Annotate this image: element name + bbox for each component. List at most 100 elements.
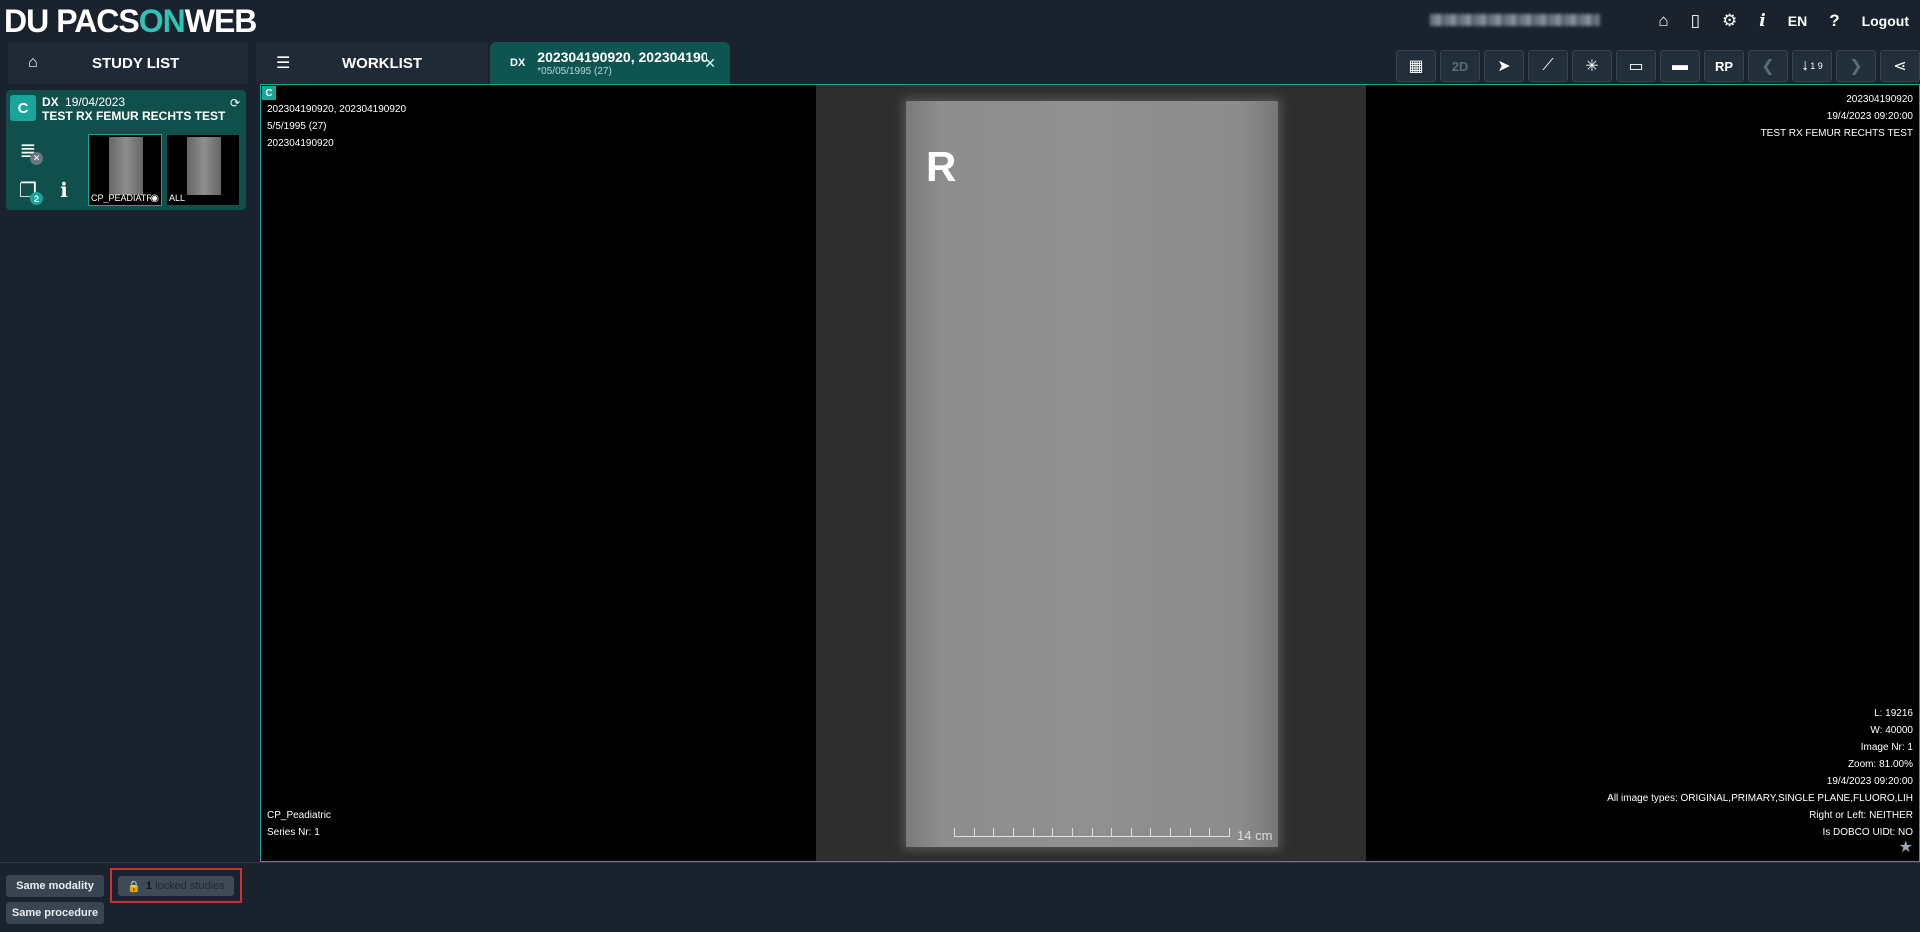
scale-tick <box>1229 828 1230 836</box>
sort-icon[interactable]: ↓ 1 9 <box>1792 50 1832 82</box>
scale-tick <box>1150 828 1151 836</box>
documents-button[interactable]: ❐ 2 <box>12 174 44 206</box>
overlay-text: Series Nr: 1 <box>267 827 320 838</box>
overlay-text: 202304190920 <box>1846 94 1913 105</box>
remove-icon: ✕ <box>30 152 43 165</box>
locked-studies-button[interactable]: 🔒 1 locked studies <box>118 876 234 896</box>
overlay-text: 202304190920, 202304190920 <box>267 104 407 115</box>
gear-icon[interactable]: ⚙ <box>1722 0 1737 42</box>
tab-modality: DX <box>510 57 526 69</box>
scale-tick <box>954 828 955 836</box>
overlay-text: Right or Left: NEITHER <box>1809 810 1913 821</box>
bottom-bar: Same modality Same procedure 🔒 1 locked … <box>0 862 1920 932</box>
tab-active-study[interactable]: DX 202304190920, 202304190920 *05/05/199… <box>490 42 730 84</box>
rp-button[interactable]: RP <box>1704 50 1744 82</box>
layout-icon[interactable]: ▬ <box>1660 50 1700 82</box>
eye-icon: ◉ <box>150 193 159 204</box>
overlay-text: All image types: ORIGINAL,PRIMARY,SINGLE… <box>1607 793 1913 804</box>
overlay-text: CP_Peadiatric <box>267 810 331 821</box>
overlay-text: 19/4/2023 09:20:00 <box>1826 111 1913 122</box>
scale-tick <box>1131 828 1132 836</box>
same-modality-button[interactable]: Same modality <box>6 875 104 897</box>
tab-study-list-label: STUDY LIST <box>92 54 180 72</box>
tab-worklist[interactable]: ☰ WORKLIST <box>256 42 488 84</box>
home-icon[interactable]: ⌂ <box>1658 0 1668 42</box>
top-bar: DU PACS ON WEB ⌂ ▯ ⚙ i EN ? Logout <box>0 0 1920 42</box>
study-sidebar: C DX 19/04/2023 TEST RX FEMUR RECHTS TES… <box>0 84 256 864</box>
viewer-toolbar: ▦ 2D ➤ ⟋ ✳ ▭ ▬ RP ❮ ↓ 1 9 ❯ ⋖ <box>1392 50 1920 84</box>
scale-tick <box>1033 828 1034 836</box>
measure-icon[interactable]: ⟋ <box>1528 50 1568 82</box>
logo-pacs: PACS <box>56 2 140 39</box>
mode-2d-button[interactable]: 2D <box>1440 50 1480 82</box>
rectangle-icon[interactable]: ▭ <box>1616 50 1656 82</box>
study-modality: DX <box>42 95 59 109</box>
study-header: DX 19/04/2023 <box>42 95 125 109</box>
study-date: 19/04/2023 <box>65 95 126 109</box>
image-viewport[interactable]: R 14 cm C 202304190920, 202304190920 5/5… <box>260 84 1920 862</box>
overlay-text: TEST RX FEMUR RECHTS TEST <box>1760 128 1913 139</box>
scale-tick <box>993 828 994 836</box>
app-logo[interactable]: DU PACS ON WEB <box>4 2 258 39</box>
series-thumbnail[interactable]: ALL <box>166 134 240 206</box>
scale-tick <box>1072 828 1073 836</box>
viewport-badge: C <box>262 86 276 100</box>
xray-image <box>906 101 1278 847</box>
chevron-left-icon[interactable]: ❮ <box>1748 50 1788 82</box>
close-icon[interactable]: ✕ <box>704 55 716 72</box>
user-name-blurred <box>1430 14 1600 26</box>
overlay-bottom-right: L: 19216 W: 40000 Image Nr: 1 Zoom: 81.0… <box>1607 705 1913 841</box>
tab-worklist-label: WORKLIST <box>342 54 422 72</box>
thumbnail-label: ALL <box>169 193 186 203</box>
overlay-text: Image Nr: 1 <box>1860 742 1913 753</box>
tab-active-subtitle: *05/05/1995 (27) <box>537 66 612 77</box>
overlay-text: 19/4/2023 09:20:00 <box>1826 776 1913 787</box>
scale-tick <box>1052 828 1053 836</box>
overlay-text: W: 40000 <box>1870 725 1913 736</box>
locked-studies-highlight: 🔒 1 locked studies <box>110 868 242 903</box>
study-card[interactable]: C DX 19/04/2023 TEST RX FEMUR RECHTS TES… <box>6 90 246 210</box>
layout-grid-icon[interactable]: ▦ <box>1396 50 1436 82</box>
top-icons: ⌂ ▯ ⚙ i EN ? Logout <box>1647 0 1920 42</box>
scale-tick <box>974 828 975 836</box>
study-badge: C <box>10 95 36 121</box>
overlay-text: 5/5/1995 (27) <box>267 121 327 132</box>
logo-web: WEB <box>184 2 258 39</box>
thumbnail-label: CP_PEADIATRIC <box>91 193 151 203</box>
help-button[interactable]: ? <box>1829 0 1839 42</box>
language-button[interactable]: EN <box>1788 0 1807 42</box>
logo-prefix: DU <box>4 2 49 39</box>
scale-label: 14 cm <box>1237 828 1273 843</box>
thumbnail-image <box>187 137 221 195</box>
lock-icon: 🔒 <box>127 880 141 893</box>
chevron-right-icon[interactable]: ❯ <box>1836 50 1876 82</box>
scale-tick <box>1170 828 1171 836</box>
same-procedure-button[interactable]: Same procedure <box>6 902 104 924</box>
scale-tick <box>1190 828 1191 836</box>
share-icon[interactable]: ⋖ <box>1880 50 1920 82</box>
laterality-marker: R <box>926 143 957 190</box>
scale-tick <box>1209 828 1210 836</box>
series-thumbnail[interactable]: CP_PEADIATRIC ◉ <box>88 134 162 206</box>
overlay-bottom-left: CP_Peadiatric Series Nr: 1 <box>267 807 331 841</box>
tab-active-title: 202304190920, 202304190920 <box>537 49 708 65</box>
tab-study-list[interactable]: ⌂ STUDY LIST <box>8 42 248 84</box>
report-button[interactable]: ≣ ✕ <box>12 134 44 166</box>
scale-tick <box>1111 828 1112 836</box>
logout-button[interactable]: Logout <box>1862 0 1909 42</box>
window-level-icon[interactable]: ✳ <box>1572 50 1612 82</box>
sort-sub: 1 9 <box>1810 61 1823 71</box>
overlay-text: Is DOBCO UIDt: NO <box>1822 827 1913 838</box>
sort-arrow: ↓ <box>1801 57 1810 74</box>
mobile-icon[interactable]: ▯ <box>1691 0 1700 42</box>
overlay-text: 202304190920 <box>267 138 334 149</box>
locked-count: 1 <box>145 880 153 892</box>
home-icon: ⌂ <box>28 54 38 71</box>
list-icon: ☰ <box>276 55 291 72</box>
study-info-button[interactable]: ℹ <box>48 174 80 206</box>
pointer-icon[interactable]: ➤ <box>1484 50 1524 82</box>
star-icon[interactable]: ★ <box>1899 837 1913 857</box>
refresh-icon[interactable]: ⟳ <box>230 96 240 110</box>
info-icon: ℹ <box>60 179 68 202</box>
info-icon[interactable]: i <box>1759 0 1765 42</box>
